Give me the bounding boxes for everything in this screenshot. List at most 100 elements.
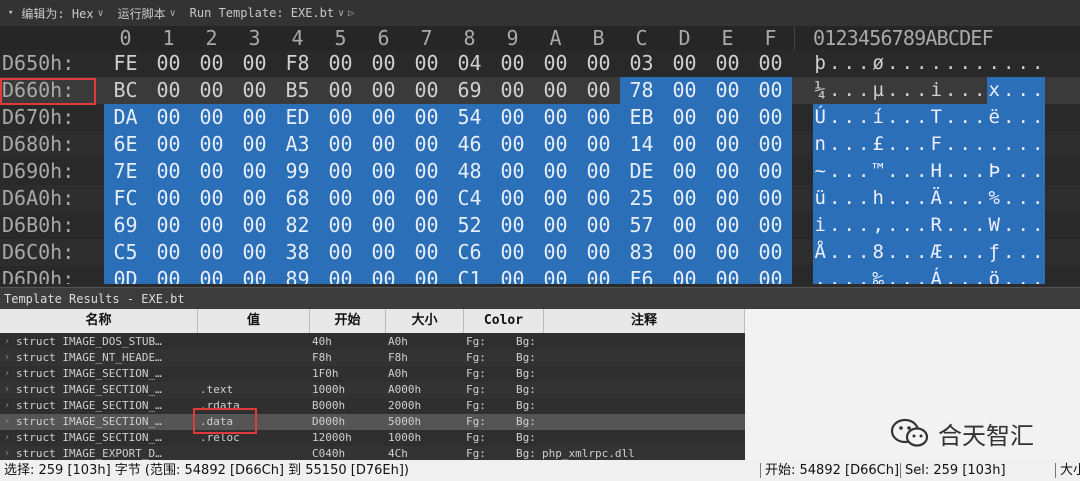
hex-char[interactable]: . — [885, 104, 900, 131]
hex-byte[interactable]: C6 — [448, 239, 491, 266]
hex-char[interactable]: . — [885, 185, 900, 212]
hex-byte[interactable]: 00 — [190, 131, 233, 158]
column-header[interactable]: Color — [464, 309, 544, 333]
hex-byte[interactable]: 00 — [577, 212, 620, 239]
hex-byte[interactable]: 68 — [276, 185, 319, 212]
hex-byte[interactable]: 00 — [577, 185, 620, 212]
hex-byte[interactable]: 00 — [491, 104, 534, 131]
hex-byte[interactable]: 00 — [663, 104, 706, 131]
hex-char[interactable]: . — [856, 158, 871, 185]
hex-byte[interactable]: 00 — [663, 212, 706, 239]
hex-byte[interactable]: 00 — [319, 266, 362, 284]
hex-byte[interactable]: 00 — [577, 77, 620, 104]
hex-byte[interactable]: 00 — [147, 131, 190, 158]
hex-byte[interactable]: 00 — [534, 239, 577, 266]
hex-char[interactable]: . — [842, 239, 857, 266]
hex-byte[interactable]: 00 — [190, 266, 233, 284]
column-header[interactable]: 大小 — [386, 309, 464, 333]
hex-byte[interactable]: 00 — [577, 266, 620, 284]
hex-byte[interactable]: B5 — [276, 77, 319, 104]
hex-char[interactable]: . — [828, 50, 843, 77]
table-row[interactable]: › struct IMAGE_SECTION_… .reloc 12000h 1000h… — [0, 430, 745, 446]
hex-byte[interactable]: 52 — [448, 212, 491, 239]
hex-byte[interactable]: 00 — [749, 131, 792, 158]
hex-char[interactable]: . — [973, 77, 988, 104]
hex-byte[interactable]: 00 — [362, 185, 405, 212]
hex-char[interactable]: . — [856, 104, 871, 131]
hex-byte[interactable]: 00 — [491, 158, 534, 185]
hex-char[interactable]: . — [987, 131, 1002, 158]
hex-byte[interactable]: 00 — [577, 104, 620, 131]
hex-byte[interactable]: 00 — [233, 131, 276, 158]
hex-byte[interactable]: 7E — [104, 158, 147, 185]
hex-char[interactable]: . — [972, 131, 987, 158]
hex-char[interactable]: . — [929, 50, 944, 77]
hex-char[interactable]: . — [1001, 212, 1016, 239]
column-header[interactable]: 开始 — [310, 309, 386, 333]
hex-byte[interactable]: 00 — [319, 239, 362, 266]
hex-byte[interactable]: DE — [620, 158, 663, 185]
hex-char[interactable]: . — [958, 50, 973, 77]
hex-byte[interactable]: 89 — [276, 266, 319, 284]
hex-char[interactable]: . — [943, 212, 958, 239]
hex-char[interactable]: . — [943, 266, 958, 284]
hex-char[interactable]: . — [1001, 104, 1016, 131]
hex-char[interactable]: . — [914, 212, 929, 239]
hex-byte[interactable]: F8 — [276, 50, 319, 77]
column-header[interactable]: 注释 — [544, 309, 745, 333]
hex-byte[interactable]: 00 — [577, 50, 620, 77]
hex-byte[interactable]: 00 — [405, 158, 448, 185]
hex-byte[interactable]: 04 — [448, 50, 491, 77]
hex-char[interactable]: . — [1016, 50, 1031, 77]
hex-byte[interactable]: 00 — [319, 77, 362, 104]
hex-byte[interactable]: 00 — [491, 212, 534, 239]
table-row[interactable]: › struct IMAGE_SECTION_… .data D000h 5000h Fg… — [0, 414, 745, 430]
hex-byte[interactable]: 25 — [620, 185, 663, 212]
hex-char[interactable]: . — [1001, 185, 1016, 212]
hex-char[interactable]: . — [856, 185, 871, 212]
hex-char[interactable]: . — [1001, 239, 1016, 266]
hex-byte[interactable]: 00 — [749, 239, 792, 266]
hex-char[interactable]: . — [828, 77, 843, 104]
hex-char[interactable]: . — [827, 185, 842, 212]
hex-char[interactable]: . — [900, 50, 915, 77]
hex-byte[interactable]: 00 — [233, 77, 276, 104]
hex-char[interactable]: . — [943, 158, 958, 185]
hex-byte[interactable]: 00 — [749, 212, 792, 239]
hex-byte[interactable]: 00 — [405, 185, 448, 212]
table-row[interactable]: › struct IMAGE_DOS_STUB… 40h A0h Fg: Bg: — [0, 334, 745, 350]
hex-byte[interactable]: FE — [104, 50, 147, 77]
hex-byte[interactable]: 6E — [104, 131, 147, 158]
hex-byte[interactable]: 00 — [233, 185, 276, 212]
hex-char[interactable]: H — [929, 158, 944, 185]
hex-byte[interactable]: 00 — [405, 239, 448, 266]
hex-byte[interactable]: ED — [276, 104, 319, 131]
hex-char[interactable]: h — [871, 185, 886, 212]
hex-char[interactable]: . — [943, 104, 958, 131]
hex-char[interactable]: . — [943, 185, 958, 212]
hex-byte[interactable]: 00 — [405, 266, 448, 284]
expand-chevron-icon[interactable]: › — [4, 382, 10, 398]
hex-byte[interactable]: 00 — [491, 50, 534, 77]
hex-byte[interactable]: 00 — [362, 212, 405, 239]
table-row[interactable]: › struct IMAGE_SECTION_… 1F0h A0h Fg: Bg: — [0, 366, 745, 382]
hex-byte[interactable]: 00 — [491, 131, 534, 158]
hex-char[interactable]: . — [900, 266, 915, 284]
hex-byte[interactable]: 00 — [147, 239, 190, 266]
hex-char[interactable]: µ — [871, 77, 886, 104]
hex-char[interactable]: . — [914, 131, 929, 158]
hex-byte[interactable]: 00 — [706, 239, 749, 266]
hex-char[interactable]: . — [972, 266, 987, 284]
hex-char[interactable]: i — [929, 77, 944, 104]
hex-byte[interactable]: 00 — [362, 77, 405, 104]
hex-byte[interactable]: 00 — [362, 104, 405, 131]
table-row[interactable]: › struct IMAGE_EXPORT_D… C040h 4Ch Fg: Bg: php… — [0, 446, 745, 460]
hex-char[interactable]: . — [827, 266, 842, 284]
hex-byte[interactable]: A3 — [276, 131, 319, 158]
hex-byte[interactable]: 00 — [405, 212, 448, 239]
hex-byte[interactable]: 00 — [147, 185, 190, 212]
hex-byte[interactable]: 00 — [749, 104, 792, 131]
hex-byte[interactable]: 00 — [663, 77, 706, 104]
hex-char[interactable]: . — [958, 104, 973, 131]
hex-byte[interactable]: 00 — [577, 131, 620, 158]
